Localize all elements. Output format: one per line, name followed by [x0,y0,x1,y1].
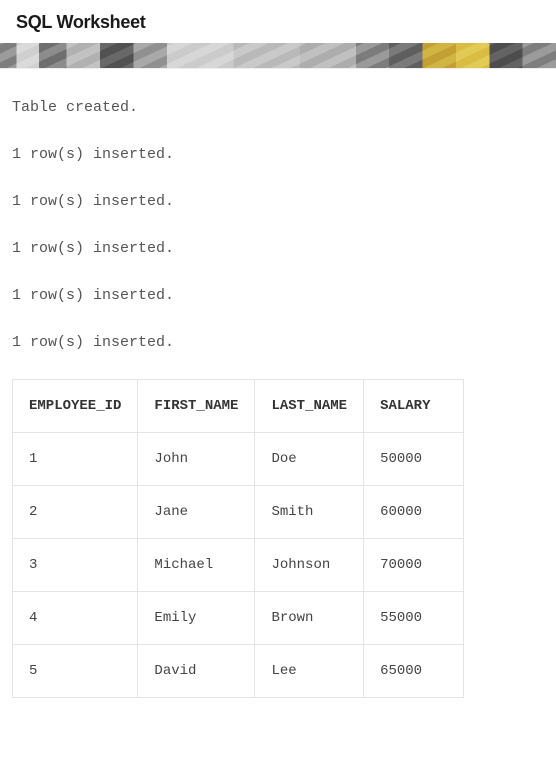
table-header: SALARY [364,380,464,433]
table-header-row: EMPLOYEE_ID FIRST_NAME LAST_NAME SALARY [13,380,464,433]
table-cell: 50000 [364,433,464,486]
table-cell: 3 [13,539,138,592]
table-cell: 5 [13,645,138,698]
table-cell: Smith [255,486,364,539]
table-cell: 65000 [364,645,464,698]
decorative-banner [0,43,556,69]
table-header: LAST_NAME [255,380,364,433]
table-cell: Johnson [255,539,364,592]
table-row: 3 Michael Johnson 70000 [13,539,464,592]
status-message: 1 row(s) inserted. [12,238,544,259]
table-row: 1 John Doe 50000 [13,433,464,486]
table-cell: 2 [13,486,138,539]
table-cell: Lee [255,645,364,698]
status-message: 1 row(s) inserted. [12,191,544,212]
table-cell: Doe [255,433,364,486]
status-message: Table created. [12,97,544,118]
status-message: 1 row(s) inserted. [12,332,544,353]
table-cell: Brown [255,592,364,645]
table-cell: John [138,433,255,486]
header: SQL Worksheet [0,0,556,43]
table-cell: Jane [138,486,255,539]
status-message: 1 row(s) inserted. [12,285,544,306]
status-message: 1 row(s) inserted. [12,144,544,165]
table-cell: Emily [138,592,255,645]
table-header: FIRST_NAME [138,380,255,433]
table-cell: 1 [13,433,138,486]
table-cell: 60000 [364,486,464,539]
table-cell: Michael [138,539,255,592]
table-cell: 70000 [364,539,464,592]
sql-output: Table created. 1 row(s) inserted. 1 row(… [0,69,556,710]
table-row: 5 David Lee 65000 [13,645,464,698]
result-table: EMPLOYEE_ID FIRST_NAME LAST_NAME SALARY … [12,379,464,698]
table-cell: 55000 [364,592,464,645]
table-header: EMPLOYEE_ID [13,380,138,433]
table-row: 4 Emily Brown 55000 [13,592,464,645]
status-messages: Table created. 1 row(s) inserted. 1 row(… [12,97,544,353]
page-title: SQL Worksheet [16,12,540,33]
table-cell: 4 [13,592,138,645]
table-row: 2 Jane Smith 60000 [13,486,464,539]
table-cell: David [138,645,255,698]
